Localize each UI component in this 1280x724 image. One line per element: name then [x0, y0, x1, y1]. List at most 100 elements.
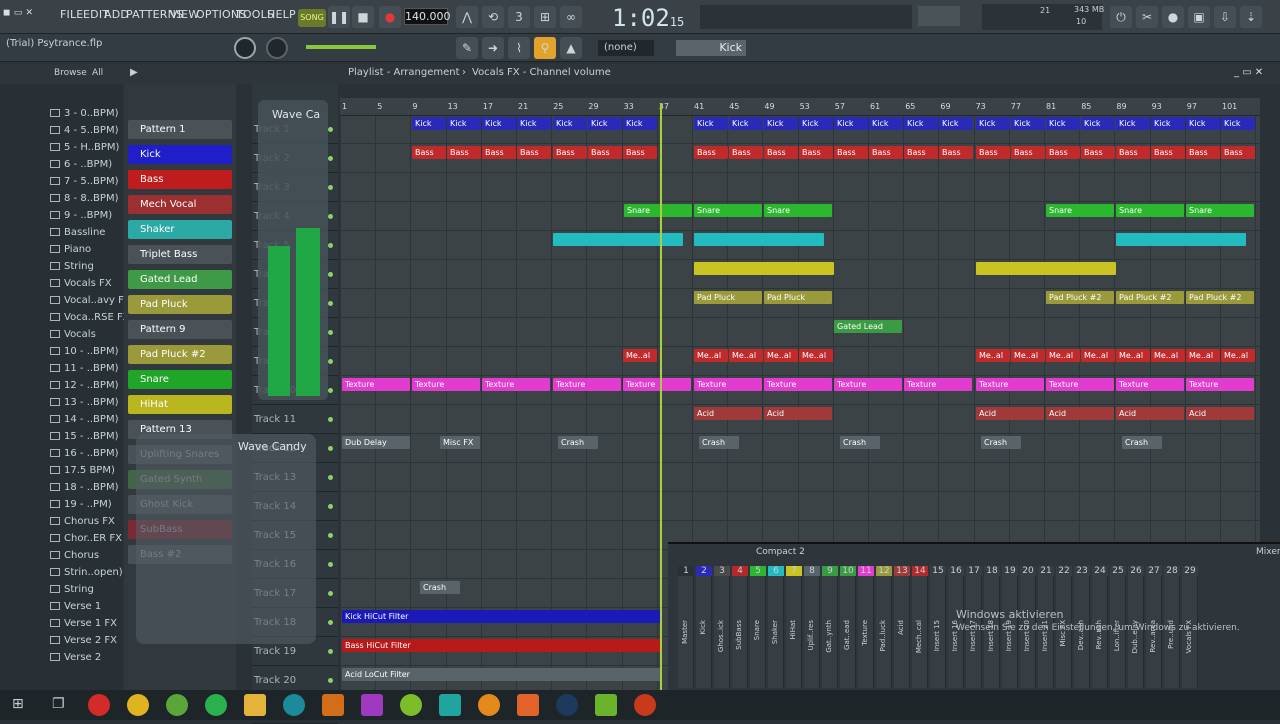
mixer-strip[interactable]: 13 Acid [894, 566, 910, 688]
playlist-clip[interactable]: Texture [623, 378, 691, 391]
playlist-clip[interactable]: Kick [729, 117, 763, 130]
playlist-clip[interactable]: Kick [1221, 117, 1255, 130]
playlist-clip[interactable]: Bass HiCut Filter [342, 639, 662, 652]
record-icon[interactable]: ● [379, 6, 401, 28]
track-lane[interactable] [340, 493, 1260, 521]
mixer-strip[interactable]: 9 Gat..ynth [822, 566, 838, 688]
power-icon[interactable]: ⏻ [1110, 6, 1132, 28]
playlist-clip[interactable]: Bass [1116, 146, 1150, 159]
playlist-clip[interactable]: Kick [694, 117, 728, 130]
playlist-clip[interactable]: Pad Pluck [694, 291, 762, 304]
playlist-clip[interactable]: Bass [729, 146, 763, 159]
song-mode-button[interactable]: SONG [298, 9, 326, 27]
playlist-clip[interactable]: Bass [976, 146, 1010, 159]
playlist-clip[interactable]: Acid [1186, 407, 1254, 420]
browser-item[interactable]: 17.5 BPM) [0, 465, 122, 482]
playlist-clip[interactable]: Texture [694, 378, 762, 391]
app-icon[interactable] [439, 694, 461, 716]
track-enable-dot[interactable] [328, 214, 333, 219]
mixer-strip[interactable]: 10 Gat..ead [840, 566, 856, 688]
playlist-clip[interactable]: Pad Pluck [764, 291, 832, 304]
playlist-clip[interactable]: Me..al [799, 349, 833, 362]
playlist-clip[interactable]: Crash [558, 436, 598, 449]
stamp-icon[interactable]: ▲ [560, 37, 582, 59]
channel-button[interactable]: Triplet Bass [128, 245, 232, 264]
whatsapp-icon[interactable] [205, 694, 227, 716]
track-enable-dot[interactable] [328, 533, 333, 538]
browser-item[interactable]: 6 - ..BPM) [0, 159, 122, 176]
browser-item[interactable]: Strin..open) [0, 567, 123, 584]
playlist-clip[interactable]: Snare [624, 204, 692, 217]
playlist-clip[interactable]: Kick [1081, 117, 1115, 130]
playlist-clip[interactable]: Acid [1116, 407, 1184, 420]
playlist-clip[interactable]: Bass [1151, 146, 1185, 159]
wave-candy-panel[interactable]: Wave Candy [136, 434, 316, 644]
steam-icon[interactable] [556, 694, 578, 716]
track-enable-dot[interactable] [328, 156, 333, 161]
playlist-clip[interactable]: Texture [1116, 378, 1184, 391]
browser-item[interactable]: Voca..RSE FX [0, 312, 130, 329]
mixer-strip[interactable]: 4 SubBass [732, 566, 748, 688]
playlist-clip[interactable]: Acid LoCut Filter [342, 668, 662, 681]
track-enable-dot[interactable] [328, 330, 333, 335]
browser-item[interactable]: Verse 1 FX [0, 618, 122, 635]
playlist-clip[interactable]: Bass [517, 146, 551, 159]
track-lane[interactable] [340, 174, 1260, 202]
save-icon[interactable]: ▣ [1188, 6, 1210, 28]
playlist-clip[interactable]: Misc FX [440, 436, 480, 449]
track-enable-dot[interactable] [328, 359, 333, 364]
playlist-clip[interactable]: Texture [412, 378, 480, 391]
playlist-clip[interactable]: Snare [694, 204, 762, 217]
playlist-clip[interactable] [1116, 233, 1246, 246]
mixer-strip[interactable]: 11 Texture [858, 566, 874, 688]
browser-item[interactable]: Chorus FX [0, 516, 122, 533]
browser-item[interactable]: Verse 2 [0, 652, 122, 669]
channel-button[interactable]: Pad Pluck #2 [128, 345, 232, 364]
channel-button[interactable]: Snare [128, 370, 232, 389]
browser-item[interactable]: Verse 1 [0, 601, 122, 618]
wave-candy-overlay[interactable]: Wave Ca [258, 100, 328, 400]
start-icon[interactable]: ⊞ [12, 696, 24, 712]
browse-all-label[interactable]: All [92, 68, 103, 78]
master-pitch-slider[interactable] [306, 45, 376, 49]
playlist-clip[interactable]: Me..al [764, 349, 798, 362]
playlist-clip[interactable]: Bass [694, 146, 728, 159]
playlist-clip[interactable]: Kick [939, 117, 973, 130]
playlist-clip[interactable]: Kick [1151, 117, 1185, 130]
android2-icon[interactable] [400, 694, 422, 716]
playlist-clip[interactable] [694, 233, 824, 246]
playlist-clip[interactable]: Me..al [694, 349, 728, 362]
playlist-clip[interactable]: Bass [447, 146, 481, 159]
playlist-clip[interactable]: Gated Lead [834, 320, 902, 333]
metronome-icon[interactable]: ⋀ [456, 6, 478, 28]
mixer-strip[interactable]: 15 Insert 15 [930, 566, 946, 688]
track-enable-dot[interactable] [328, 475, 333, 480]
playlist-clip[interactable]: Crash [981, 436, 1021, 449]
draw-tool-icon[interactable]: ✎ [456, 37, 478, 59]
playlist-clip[interactable]: Bass [1221, 146, 1255, 159]
playlist-clip[interactable]: Kick [1046, 117, 1080, 130]
menu-file[interactable]: FILE [60, 8, 83, 21]
playlist-clip[interactable]: Bass [412, 146, 446, 159]
playlist-clip[interactable]: Kick [482, 117, 516, 130]
pause-icon[interactable]: ❚❚ [328, 6, 350, 28]
playlist-clip[interactable]: Kick [1116, 117, 1150, 130]
timeline-ruler[interactable]: 1 5 9 13 17 21 25 29 33 37 41 45 49 53 57 61 65 69 73 77 81 8… [340, 98, 1260, 116]
playlist-clip[interactable]: Bass [939, 146, 973, 159]
browser-item[interactable]: 9 - ..BPM) [0, 210, 122, 227]
main-pitch-knob[interactable] [234, 37, 256, 59]
track-enable-dot[interactable] [328, 243, 333, 248]
tools-icon[interactable]: ✂ [1136, 6, 1158, 28]
browser-item[interactable]: Verse 2 FX [0, 635, 122, 652]
track-enable-dot[interactable] [328, 620, 333, 625]
playlist-clip[interactable]: Crash [840, 436, 880, 449]
vegas-icon[interactable] [322, 694, 344, 716]
playlist-clip[interactable]: Me..al [1116, 349, 1150, 362]
channel-selector[interactable]: Kick [676, 40, 746, 56]
browser-item[interactable]: Chorus [0, 550, 122, 567]
playlist-clip[interactable] [553, 233, 683, 246]
playlist-clip[interactable]: Bass [799, 146, 833, 159]
playlist-clip[interactable]: Dub Delay [342, 436, 410, 449]
playlist-clip[interactable]: Snare [1116, 204, 1184, 217]
stop-icon[interactable]: ■ [352, 6, 374, 28]
